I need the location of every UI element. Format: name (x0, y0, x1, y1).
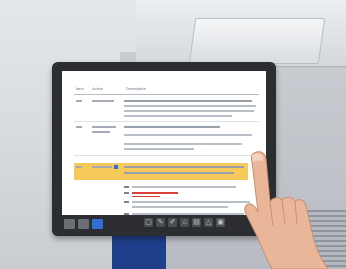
select-tool-icon[interactable]: ▢ (144, 218, 153, 227)
text-line (124, 166, 244, 168)
text-line (132, 206, 228, 208)
back-button-icon[interactable] (78, 219, 89, 229)
home-button-icon[interactable] (64, 219, 75, 229)
row-number (76, 100, 82, 102)
share-tool-icon[interactable]: △ (204, 218, 213, 227)
hand-image (244, 151, 329, 269)
text-line (124, 172, 234, 174)
text-line (132, 186, 236, 188)
row-action (92, 131, 110, 133)
annotate-tool-icon[interactable]: ⌂ (180, 218, 189, 227)
text-line (124, 115, 232, 117)
row-action (92, 100, 114, 102)
annotation-tools: ▢ ✎ ✐ ⌂ ▤ △ ▣ (144, 218, 225, 227)
text-line (124, 110, 254, 112)
save-tool-icon[interactable]: ▣ (216, 218, 225, 227)
red-annotation-line (132, 192, 178, 194)
selection-marker[interactable] (114, 165, 118, 169)
row-action (92, 166, 112, 168)
red-underline (132, 196, 160, 197)
text-line (124, 100, 252, 102)
pen-tool-icon[interactable]: ✐ (168, 218, 177, 227)
row-action (92, 126, 116, 128)
header-item-label: Item (76, 86, 84, 91)
bullet-mark (124, 201, 129, 203)
bullet-mark (124, 186, 129, 188)
text-line (124, 105, 256, 107)
document-header-row: Item Action Description (74, 85, 259, 95)
row-number (76, 126, 82, 128)
row-divider (74, 121, 259, 122)
app-button-icon[interactable] (92, 219, 103, 229)
printer-output-tray (188, 18, 326, 64)
bullet-mark (124, 192, 129, 194)
text-line (124, 134, 252, 136)
header-action-label: Action (92, 86, 104, 91)
edit-tool-icon[interactable]: ✎ (156, 218, 165, 227)
header-description-label: Description (126, 86, 147, 91)
text-line (124, 126, 220, 128)
row-number (76, 166, 82, 168)
print-tool-icon[interactable]: ▤ (192, 218, 201, 227)
photo-scene: Item Action Description ▢ ✎ ✐ ⌂ ▤ △ ▣ (0, 0, 346, 269)
text-line (124, 148, 194, 150)
text-line (124, 143, 242, 145)
